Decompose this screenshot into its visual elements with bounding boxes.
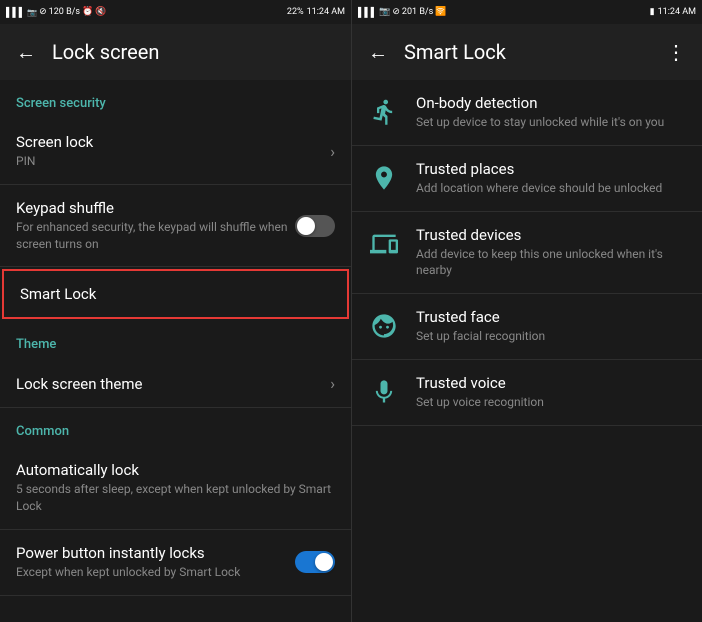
section-theme: Theme (0, 321, 351, 360)
trusted-voice-subtitle: Set up voice recognition (416, 394, 686, 411)
keypad-shuffle-title: Keypad shuffle (16, 199, 295, 217)
trusted-voice-title: Trusted voice (416, 374, 686, 392)
trusted-face-title: Trusted face (416, 308, 686, 326)
list-item-trusted-devices[interactable]: Trusted devices Add device to keep this … (352, 212, 702, 295)
status-bar-left: ▌▌▌ 📷 ⊘ 120 B/s ⏰ 🔇 22% 11:24 AM (0, 0, 351, 24)
wifi-icon: 📷 (27, 8, 37, 17)
alarm2-icon: ⏰ (82, 7, 93, 17)
settings-list: Screen security Screen lock PIN › Keypad… (0, 80, 351, 622)
speed-right: 201 B/s (402, 7, 433, 17)
status-right-right: ▮ 11:24 AM (650, 7, 696, 17)
setting-power-lock[interactable]: Power button instantly locks Except when… (0, 530, 351, 596)
setting-keypad-shuffle[interactable]: Keypad shuffle For enhanced security, th… (0, 185, 351, 268)
status-right-left: ▌▌▌ 📷 ⊘ 201 B/s 🛜 (358, 7, 447, 18)
trusted-places-title: Trusted places (416, 160, 686, 178)
speed-text: 120 B/s (49, 7, 80, 17)
list-item-trusted-voice[interactable]: Trusted voice Set up voice recognition (352, 360, 702, 426)
wifi-right-icon: 📷 (379, 7, 390, 17)
power-lock-title: Power button instantly locks (16, 544, 295, 562)
power-lock-toggle[interactable] (295, 551, 335, 573)
smart-lock-title: Smart Lock (20, 285, 331, 303)
smart-lock-list: On-body detection Set up device to stay … (352, 80, 702, 622)
screen-lock-chevron: › (330, 142, 335, 161)
setting-lock-screen-theme[interactable]: Lock screen theme › (0, 360, 351, 408)
back-button-left[interactable]: ← (16, 40, 36, 65)
auto-lock-title: Automatically lock (16, 461, 335, 479)
trusted-face-subtitle: Set up facial recognition (416, 328, 686, 345)
status-left: ▌▌▌ 📷 ⊘ 120 B/s ⏰ 🔇 (6, 7, 106, 18)
location-icon (368, 162, 400, 194)
screen-lock-title: Screen lock (16, 133, 330, 151)
time-right: 11:24 AM (658, 7, 696, 17)
walk-icon (368, 96, 400, 128)
lock-screen-theme-title: Lock screen theme (16, 375, 330, 393)
signal-icon-right: ▌▌▌ (358, 7, 377, 18)
mute-icon: 🔇 (95, 7, 106, 17)
page-title-left: Lock screen (52, 40, 335, 64)
prohibit-icon: ⊘ (392, 7, 400, 17)
time-left: 11:24 AM (307, 7, 345, 17)
page-title-right: Smart Lock (404, 40, 650, 64)
screen-lock-subtitle: PIN (16, 153, 330, 170)
back-button-right[interactable]: ← (368, 40, 388, 65)
wifi-signal-icon: 🛜 (435, 7, 446, 17)
setting-auto-lock[interactable]: Automatically lock 5 seconds after sleep… (0, 447, 351, 530)
left-panel: ▌▌▌ 📷 ⊘ 120 B/s ⏰ 🔇 22% 11:24 AM ← Lock … (0, 0, 351, 622)
auto-lock-subtitle: 5 seconds after sleep, except when kept … (16, 481, 335, 515)
list-item-trusted-places[interactable]: Trusted places Add location where device… (352, 146, 702, 212)
status-right: 22% 11:24 AM (287, 7, 345, 17)
trusted-places-subtitle: Add location where device should be unlo… (416, 180, 686, 197)
on-body-title: On-body detection (416, 94, 686, 112)
app-bar-left: ← Lock screen (0, 24, 351, 80)
right-panel: ▌▌▌ 📷 ⊘ 201 B/s 🛜 ▮ 11:24 AM ← Smart Loc… (351, 0, 702, 622)
trusted-devices-title: Trusted devices (416, 226, 686, 244)
trusted-devices-subtitle: Add device to keep this one unlocked whe… (416, 246, 686, 280)
battery-text: 22% (287, 7, 304, 17)
keypad-shuffle-subtitle: For enhanced security, the keypad will s… (16, 219, 295, 253)
section-common: Common (0, 408, 351, 447)
setting-screen-lock[interactable]: Screen lock PIN › (0, 119, 351, 185)
list-item-on-body[interactable]: On-body detection Set up device to stay … (352, 80, 702, 146)
battery-right: ▮ (650, 7, 655, 17)
mic-icon (368, 376, 400, 408)
status-bar-right: ▌▌▌ 📷 ⊘ 201 B/s 🛜 ▮ 11:24 AM (352, 0, 702, 24)
devices-icon (368, 228, 400, 260)
face-icon (368, 310, 400, 342)
keypad-shuffle-toggle[interactable] (295, 215, 335, 237)
section-screen-security: Screen security (0, 80, 351, 119)
lock-screen-theme-chevron: › (330, 374, 335, 393)
alarm-icon: ⊘ (39, 7, 47, 17)
signal-icon: ▌▌▌ (6, 7, 25, 18)
power-lock-subtitle: Except when kept unlocked by Smart Lock (16, 564, 295, 581)
setting-smart-lock[interactable]: Smart Lock (2, 269, 349, 319)
more-options-button[interactable]: ⋮ (666, 40, 686, 64)
list-item-trusted-face[interactable]: Trusted face Set up facial recognition (352, 294, 702, 360)
app-bar-right: ← Smart Lock ⋮ (352, 24, 702, 80)
on-body-subtitle: Set up device to stay unlocked while it'… (416, 114, 686, 131)
